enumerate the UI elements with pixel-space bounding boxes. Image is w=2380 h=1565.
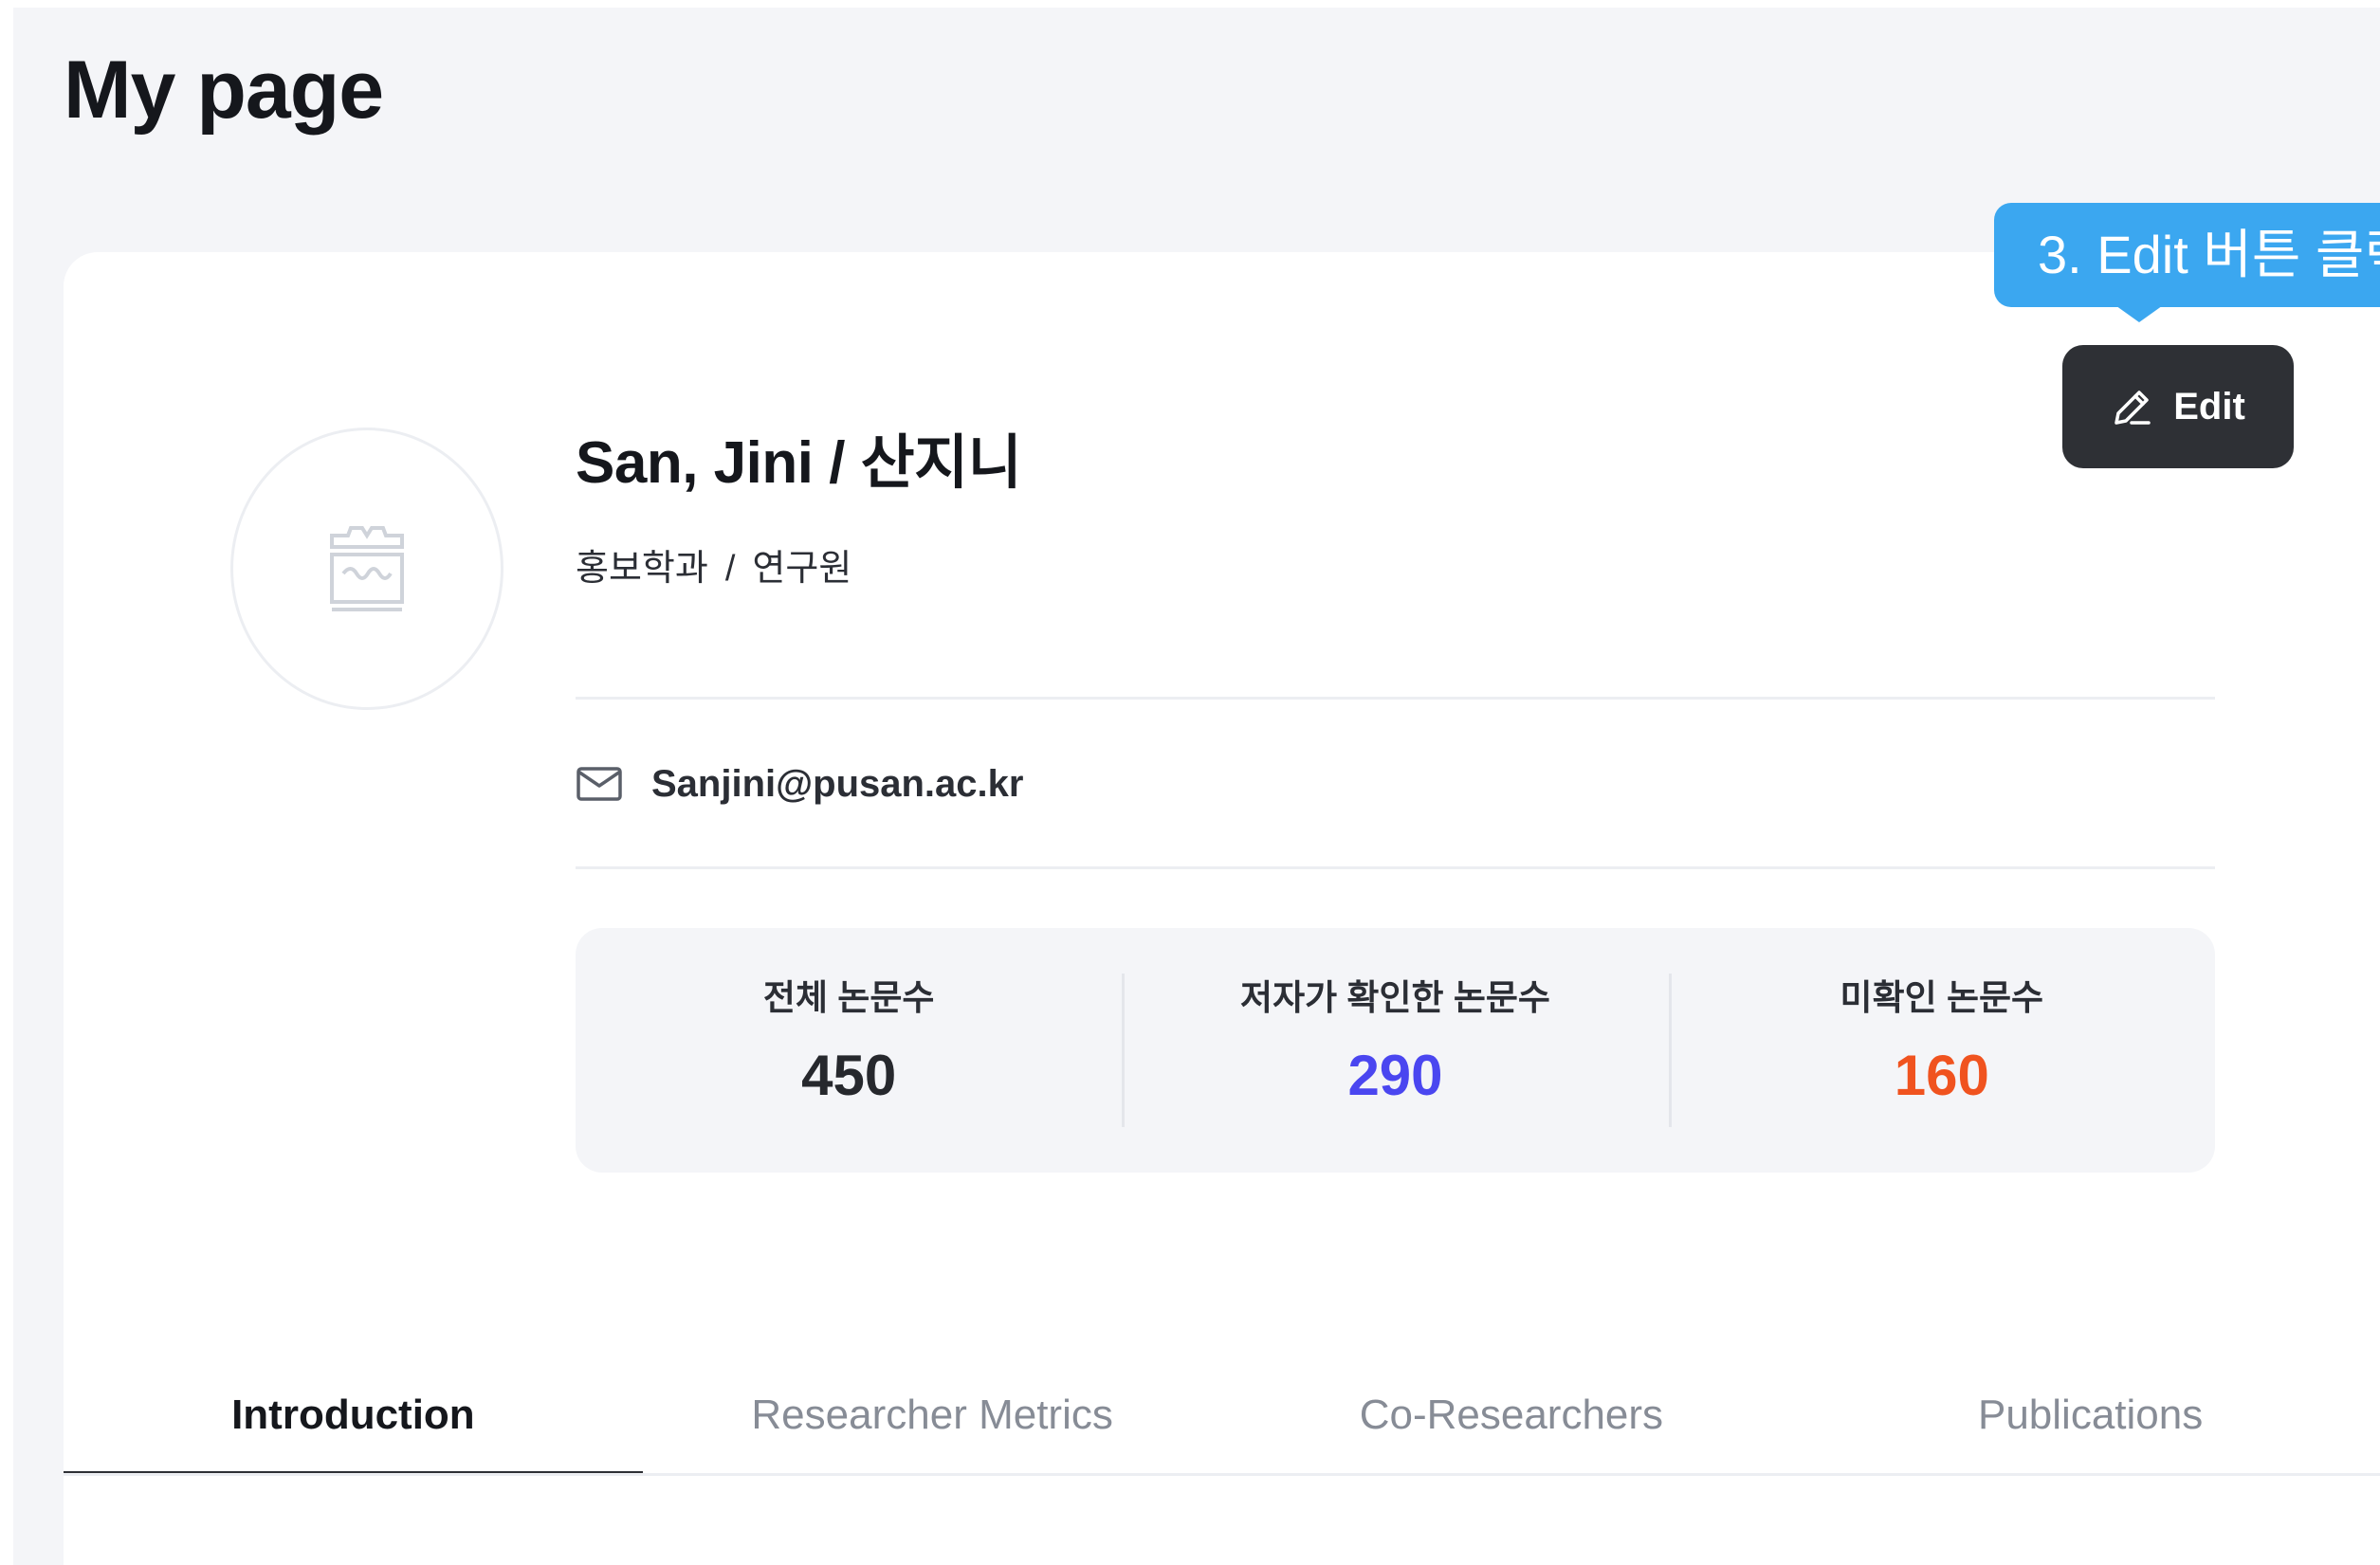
university-logo-icon [330, 526, 404, 611]
stat-label: 전체 논문수 [762, 978, 935, 1017]
edit-button[interactable]: Edit [2062, 345, 2294, 468]
tab-bar: Introduction Researcher Metrics Co-Resea… [64, 1356, 2380, 1475]
avatar [230, 428, 503, 710]
stat-unconfirmed: 미확인 논문수 160 [1668, 928, 2215, 1173]
stat-value: 160 [1894, 1044, 1989, 1108]
stats-panel: 전체 논문수 450 저자가 확인한 논문수 290 미확인 논문수 160 [576, 928, 2215, 1173]
divider [576, 697, 2215, 700]
position: 연구원 [752, 549, 852, 589]
divider [576, 866, 2215, 869]
tutorial-tooltip: 3. Edit 버튼 클릭 [1994, 203, 2380, 307]
stat-label: 미확인 논문수 [1840, 978, 2044, 1017]
stat-value: 450 [801, 1044, 897, 1108]
tab-bar-underline [64, 1473, 2380, 1476]
page-title: My page [64, 45, 384, 136]
tooltip-arrow [2113, 303, 2166, 322]
affiliation-separator: / [724, 549, 736, 589]
mail-icon [577, 767, 622, 801]
email-text: Sanjini@pusan.ac.kr [651, 762, 1024, 805]
profile-name: San, Jini / 산지니 [576, 430, 1022, 496]
affiliation: 홍보학과 / 연구원 [576, 548, 851, 591]
edit-button-label: Edit [2173, 385, 2245, 428]
pencil-icon [2115, 391, 2151, 425]
stat-total: 전체 논문수 450 [576, 928, 1122, 1173]
stat-label: 저자가 확인한 논문수 [1240, 978, 1550, 1017]
stat-confirmed: 저자가 확인한 논문수 290 [1122, 928, 1668, 1173]
department: 홍보학과 [576, 549, 708, 589]
tab-co-researchers[interactable]: Co-Researchers [1222, 1356, 1802, 1475]
tab-researcher-metrics[interactable]: Researcher Metrics [643, 1356, 1222, 1475]
tab-introduction[interactable]: Introduction [64, 1356, 643, 1475]
email-row: Sanjini@pusan.ac.kr [576, 758, 1023, 810]
tab-publications[interactable]: Publications [1801, 1356, 2380, 1475]
stat-value: 290 [1347, 1044, 1443, 1108]
